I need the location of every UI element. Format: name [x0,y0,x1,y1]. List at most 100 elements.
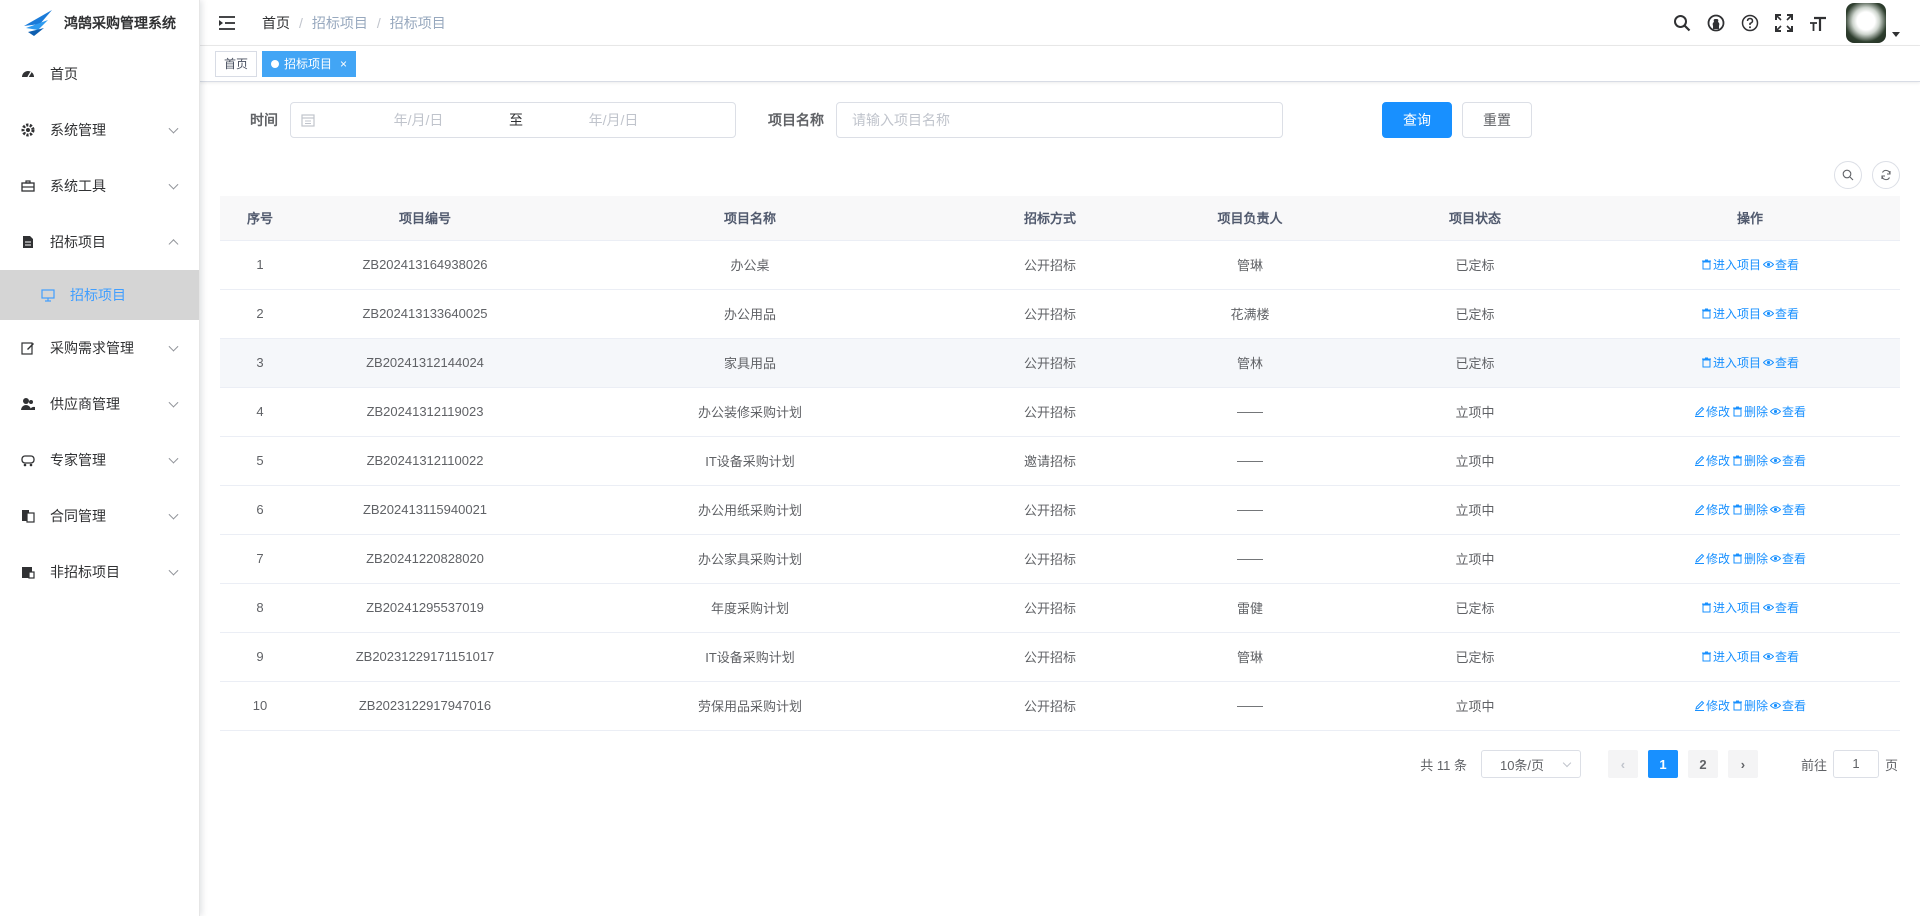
delete-icon [1732,700,1742,711]
help-icon[interactable] [1740,13,1760,33]
eye-icon [1763,359,1774,366]
delete-button[interactable]: 删除 [1732,697,1768,714]
font-size-icon[interactable] [1808,13,1828,33]
view-button[interactable]: 查看 [1763,648,1799,665]
sidebar-item-expert-management[interactable]: 专家管理 [0,432,199,488]
delete-button[interactable]: 删除 [1732,403,1768,420]
cell-method: 公开招标 [950,534,1150,584]
hamburger-icon[interactable] [218,15,238,31]
view-button[interactable]: 查看 [1770,697,1806,714]
view-button[interactable]: 查看 [1763,256,1799,273]
enter-project-button[interactable]: 进入项目 [1701,305,1761,322]
cell-status: 立项中 [1350,681,1600,731]
date-start-input[interactable]: 年/月/日 [331,110,506,130]
sidebar-item-procurement-demand[interactable]: 采购需求管理 [0,320,199,376]
cell-no: 5 [220,436,300,486]
caret-down-icon[interactable] [1892,31,1900,37]
delete-icon [1732,553,1742,564]
projects-table: 序号 项目编号 项目名称 招标方式 项目负责人 项目状态 操作 1 ZB20241… [220,196,1900,731]
cell-code: ZB20241312144024 [300,338,550,388]
cell-code: ZB2023122917947016 [300,681,550,731]
view-button[interactable]: 查看 [1763,305,1799,322]
edit-button[interactable]: 修改 [1694,501,1730,518]
op-label: 修改 [1705,552,1730,566]
breadcrumb: 首页 / 招标项目 / 招标项目 [262,13,446,33]
sidebar-item-bidding-projects[interactable]: 招标项目 [0,214,199,270]
goto-page-input[interactable]: 1 [1832,750,1879,778]
cell-code: ZB20231229171151017 [300,632,550,682]
prev-page-button[interactable]: ‹ [1607,750,1638,778]
enter-project-button[interactable]: 进入项目 [1701,599,1761,616]
cell-owner: 花满楼 [1150,289,1350,339]
sidebar-item-home[interactable]: 首页 [0,46,199,102]
cell-owner: 管琳 [1150,632,1350,682]
project-name-input[interactable]: 请输入项目名称 [836,102,1283,138]
page-2-button[interactable]: 2 [1687,750,1718,778]
cell-method: 公开招标 [950,338,1150,388]
query-button[interactable]: 查询 [1382,102,1452,138]
enter-project-button[interactable]: 进入项目 [1701,256,1761,273]
sidebar-item-non-bidding-projects[interactable]: 非招标项目 [0,544,199,600]
enter-project-button[interactable]: 进入项目 [1701,648,1761,665]
search-icon[interactable] [1672,13,1692,33]
view-button[interactable]: 查看 [1770,501,1806,518]
op-label: 查看 [1775,650,1800,664]
table-header-row: 序号 项目编号 项目名称 招标方式 项目负责人 项目状态 操作 [220,196,1900,241]
fullscreen-icon[interactable] [1774,13,1794,33]
next-page-button[interactable]: › [1727,750,1758,778]
tag-bidding-projects[interactable]: 招标项目 × [262,50,357,77]
sidebar-item-contract-management[interactable]: 合同管理 [0,488,199,544]
cell-code: ZB202413115940021 [300,485,550,535]
view-button[interactable]: 查看 [1763,599,1799,616]
document-icon [20,234,36,250]
folder-icon [20,564,36,580]
close-icon[interactable]: × [340,52,347,76]
view-button[interactable]: 查看 [1770,403,1806,420]
table-row: 6 ZB202413115940021 办公用纸采购计划 公开招标 —— 立项中 修改 删除查… [220,485,1900,535]
avatar[interactable] [1846,3,1886,43]
table-row: 3 ZB20241312144024 家具用品 公开招标 管林 已定标 进入项目 查看 [220,338,1900,388]
logo[interactable]: 鸿鹄采购管理系统 [0,0,199,46]
tag-label: 招标项目 [284,56,333,71]
view-button[interactable]: 查看 [1763,354,1799,371]
sidebar-item-system-tools[interactable]: 系统工具 [0,158,199,214]
breadcrumb-home[interactable]: 首页 [262,13,290,33]
edit-button[interactable]: 修改 [1694,403,1730,420]
enter-project-button[interactable]: 进入项目 [1701,354,1761,371]
cell-no: 7 [220,534,300,584]
tag-home[interactable]: 首页 [215,50,258,77]
cell-no: 6 [220,485,300,535]
date-range-picker[interactable]: 年/月/日 至 年/月/日 [290,102,736,138]
edit-button[interactable]: 修改 [1694,452,1730,469]
date-end-input[interactable]: 年/月/日 [526,110,701,130]
refresh-button[interactable] [1872,161,1900,189]
sidebar-subitem-bidding-projects[interactable]: 招标项目 [0,270,199,320]
delete-button[interactable]: 删除 [1732,501,1768,518]
delete-button[interactable]: 删除 [1732,452,1768,469]
toggle-search-button[interactable] [1834,161,1862,189]
cell-owner: 管琳 [1150,240,1350,290]
pagination-total: 共 11 条 [1420,757,1467,773]
sidebar-item-supplier-management[interactable]: 供应商管理 [0,376,199,432]
delete-button[interactable]: 删除 [1732,550,1768,567]
op-label: 查看 [1775,601,1800,615]
edit-button[interactable]: 修改 [1694,550,1730,567]
project-name-label: 项目名称 [768,112,824,128]
sidebar-item-label: 合同管理 [50,508,106,524]
cell-actions: 修改 删除 查看 [1600,681,1900,731]
op-label: 进入项目 [1712,307,1761,321]
goto-label: 前往 [1800,757,1827,773]
page-size-select[interactable]: 10条/页 [1480,750,1581,778]
view-button[interactable]: 查看 [1770,452,1806,469]
eye-icon [1770,555,1781,562]
view-button[interactable]: 查看 [1770,550,1806,567]
cell-owner: —— [1150,681,1350,731]
expert-icon [20,452,36,468]
sidebar-item-system-management[interactable]: 系统管理 [0,102,199,158]
main-content: 时间 年/月/日 至 年/月/日 项目名称 请输入项目名称 查询 重置 序号 项… [200,83,1920,916]
edit-button[interactable]: 修改 [1694,697,1730,714]
chevron-down-icon [168,509,179,520]
github-icon[interactable] [1706,13,1726,33]
page-1-button[interactable]: 1 [1647,750,1678,778]
reset-button[interactable]: 重置 [1462,102,1532,138]
